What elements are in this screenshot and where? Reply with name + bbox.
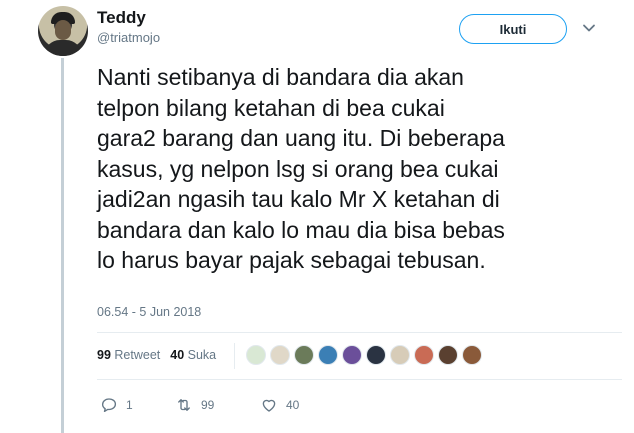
retweet-stat[interactable]: 99 Retweet bbox=[97, 348, 160, 362]
avatar[interactable] bbox=[38, 6, 88, 56]
liker-avatar[interactable] bbox=[318, 345, 338, 365]
liker-avatars bbox=[246, 345, 482, 365]
thread-line bbox=[61, 58, 64, 433]
heart-icon bbox=[262, 399, 276, 412]
retweet-stat-count: 99 bbox=[97, 348, 111, 362]
avatar-face bbox=[55, 20, 71, 40]
like-stat-count: 40 bbox=[170, 348, 185, 362]
divider bbox=[97, 332, 622, 333]
liker-avatar[interactable] bbox=[366, 345, 386, 365]
liker-avatar[interactable] bbox=[390, 345, 410, 365]
divider bbox=[97, 379, 622, 380]
like-action[interactable]: 40 bbox=[260, 396, 299, 414]
retweet-stat-label: Retweet bbox=[114, 348, 161, 362]
chevron-down-icon[interactable] bbox=[581, 20, 597, 36]
liker-avatar[interactable] bbox=[246, 345, 266, 365]
reply-count: 1 bbox=[126, 398, 133, 412]
like-stat-label: Suka bbox=[187, 348, 217, 362]
like-stat[interactable]: 40 Suka bbox=[170, 348, 216, 362]
retweet-count: 99 bbox=[201, 398, 215, 412]
liker-avatar[interactable] bbox=[294, 345, 314, 365]
reply-icon bbox=[101, 398, 117, 413]
liker-avatar[interactable] bbox=[414, 345, 434, 365]
retweet-action[interactable]: 99 bbox=[175, 396, 260, 414]
tweet-actions: 1 99 40 bbox=[100, 396, 299, 414]
liker-avatar[interactable] bbox=[462, 345, 482, 365]
stats-separator bbox=[234, 343, 235, 369]
like-count: 40 bbox=[286, 398, 300, 412]
retweet-icon bbox=[178, 399, 190, 411]
follow-button[interactable]: Ikuti bbox=[459, 14, 567, 44]
liker-avatar[interactable] bbox=[438, 345, 458, 365]
tweet-timestamp[interactable]: 06.54 - 5 Jun 2018 bbox=[97, 305, 201, 319]
tweet-stats: 99 Retweet 40 Suka bbox=[97, 348, 216, 362]
liker-avatar[interactable] bbox=[342, 345, 362, 365]
author-handle[interactable]: @triatmojo bbox=[97, 30, 160, 45]
avatar-shirt bbox=[44, 40, 82, 56]
tweet-text: Nanti setibanya di bandara dia akan telp… bbox=[97, 64, 505, 273]
reply-action[interactable]: 1 bbox=[100, 396, 175, 414]
liker-avatar[interactable] bbox=[270, 345, 290, 365]
author-name[interactable]: Teddy bbox=[97, 8, 146, 28]
